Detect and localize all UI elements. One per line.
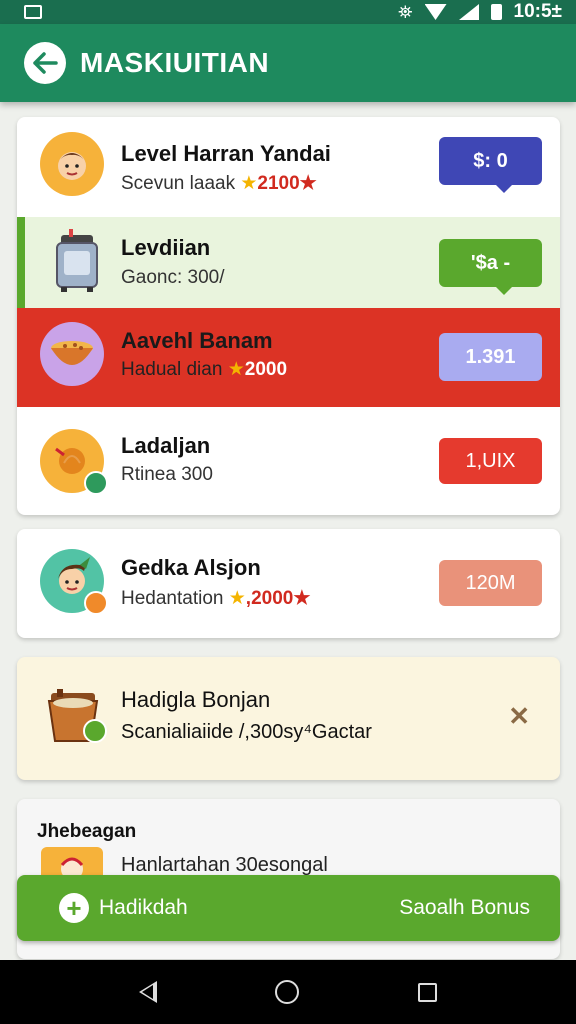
item-amount: 2000 (244, 359, 288, 380)
food-bowl-icon (40, 322, 104, 386)
pill-tail (496, 287, 512, 295)
info-text: Hanlartahan 30esongal (121, 854, 328, 876)
edit-badge-icon (84, 591, 108, 615)
star-icon: ★ (240, 173, 258, 194)
selection-accent (17, 217, 25, 308)
item-subtitle: Rtinea 300 (121, 464, 213, 485)
nav-recents-icon[interactable] (417, 982, 437, 1002)
plus-badge-icon (83, 719, 107, 743)
list-item[interactable]: Ladaljan Rtinea 300 1,UIX (17, 407, 560, 515)
price-button[interactable]: '$a ‑ (439, 239, 542, 295)
item-subtitle-text: Hedantation (121, 588, 224, 609)
status-icons: ⛯ 10:5⁠± (398, 1, 562, 23)
item-title: Aavehl Banam (121, 328, 273, 353)
item-amount: ,2000★ (245, 588, 311, 609)
arrow-left-icon (33, 52, 58, 74)
item-subtitle-text: Hadual dian (121, 359, 223, 380)
star-icon: ★ (227, 359, 245, 380)
page-title: MASKIUITIAN (80, 47, 270, 78)
item-title: Ladaljan (121, 433, 211, 458)
item-title: Gedka Alsjon (121, 555, 261, 580)
system-nav-bar (0, 960, 576, 1024)
status-time: 10:5⁠± (513, 1, 562, 22)
back-button[interactable] (24, 42, 66, 84)
list-item-highlighted[interactable]: Aavehl Banam Hadual dian ★2000 1.391 (17, 308, 560, 407)
wifi-icon (424, 4, 447, 20)
price-button[interactable]: 1.391 (439, 333, 542, 381)
close-icon[interactable]: ✕ (508, 701, 530, 732)
vibrate-icon: ⛯ (398, 1, 413, 22)
nav-home-icon[interactable] (275, 980, 300, 1004)
bottom-action-bar: + Hadikdah Saoalh Bonus (17, 875, 560, 941)
item-subtitle: Scevun laaak ★2100★ (121, 172, 317, 195)
item-subtitle: Hedantation ★,2000★ (121, 587, 310, 610)
item-subtitle-text: Scevun laaak (121, 173, 236, 194)
items-card: Level Harran Yandai Scevun laaak ★2100★ … (17, 117, 560, 515)
item-amount: 2100★ (257, 173, 317, 194)
pill-tail (496, 185, 512, 193)
bonus-card[interactable]: Hadigla Bonjan Scanialiaiide /,300sy⁴Gac… (17, 657, 560, 780)
add-button-label: Hadikdah (99, 896, 188, 919)
star-icon: ★ (228, 588, 246, 609)
item-subtitle: Hadual dian ★2000 (121, 358, 287, 381)
price-label: 1,UIX (465, 449, 516, 472)
edit-badge-icon (84, 471, 108, 495)
add-button[interactable]: + Hadikdah (59, 893, 188, 923)
list-item[interactable]: Level Harran Yandai Scevun laaak ★2100★ … (17, 117, 560, 217)
price-label: 120M (465, 571, 516, 594)
appliance-icon (45, 229, 109, 293)
price-label: 1.391 (465, 345, 516, 368)
chest-icon (41, 681, 107, 745)
item-subtitle: Gaonc: 300/ (121, 267, 225, 288)
price-label: '$a ‑ (470, 251, 511, 274)
price-button[interactable]: 120M (439, 560, 542, 606)
price-label: $: 0 (473, 149, 508, 172)
item-card[interactable]: Gedka Alsjon Hedantation ★,2000★ 120M (17, 529, 560, 638)
info-heading: Jhebeagan (37, 821, 137, 842)
item-title: Levdiian (121, 235, 211, 260)
bonus-button[interactable]: Saoalh Bonus (399, 896, 530, 920)
character-avatar-icon (40, 549, 108, 615)
plus-icon: + (59, 893, 89, 923)
nav-back-icon[interactable] (139, 981, 158, 1003)
item-title: Level Harran Yandai (121, 141, 331, 166)
list-item[interactable]: Levdiian Gaonc: 300/ '$a ‑ (17, 217, 560, 308)
signal-icon (458, 4, 479, 20)
battery-icon (490, 4, 502, 20)
harvest-icon (40, 429, 108, 495)
bonus-subtitle: Scanialiaiide /,300sy⁴Gactar (121, 721, 372, 743)
app-bar: MASKIUITIAN (0, 24, 576, 102)
price-button[interactable]: $: 0 (439, 137, 542, 193)
price-button[interactable]: 1,UIX (439, 438, 542, 484)
status-bar: ⛯ 10:5⁠± (0, 0, 576, 24)
bonus-title: Hadigla Bonjan (121, 687, 271, 712)
image-notification-icon (24, 5, 42, 19)
character-avatar-icon (40, 132, 104, 196)
